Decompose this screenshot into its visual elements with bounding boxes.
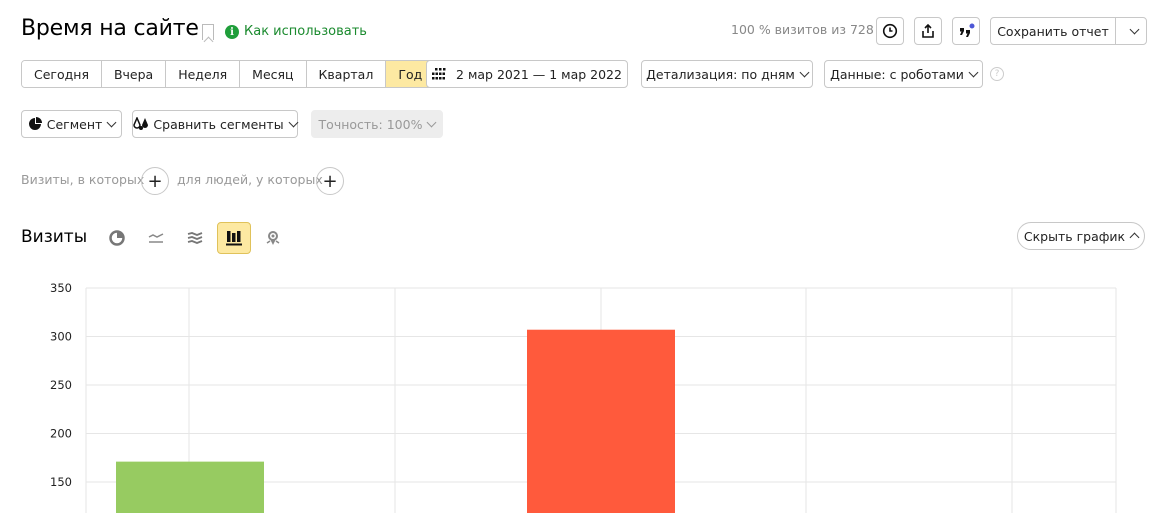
calendar-icon bbox=[432, 68, 446, 80]
export-button[interactable] bbox=[914, 17, 942, 45]
chevron-down-icon bbox=[799, 67, 810, 77]
visits-share-text: 100 % визитов из 728 bbox=[731, 22, 874, 37]
compare-label: Сравнить сегменты bbox=[153, 116, 284, 132]
bar-chart-icon bbox=[226, 231, 242, 246]
data-dropdown[interactable]: Данные: с роботами bbox=[824, 60, 983, 88]
period-today[interactable]: Сегодня bbox=[22, 61, 102, 87]
share-icon bbox=[922, 23, 934, 38]
period-quarter[interactable]: Квартал bbox=[306, 61, 387, 87]
chevron-down-icon bbox=[106, 117, 117, 127]
chart-bar[interactable] bbox=[527, 329, 675, 513]
save-report-dropdown[interactable] bbox=[1115, 17, 1147, 45]
segment-label: Сегмент bbox=[46, 116, 103, 132]
add-visit-condition-button[interactable]: + bbox=[141, 167, 169, 195]
chevron-down-icon bbox=[1129, 24, 1139, 34]
quote-icon bbox=[960, 22, 975, 37]
map-view-button[interactable] bbox=[256, 222, 290, 254]
y-tick-label: 300 bbox=[50, 330, 72, 344]
history-button[interactable] bbox=[876, 17, 904, 45]
bookmark-icon[interactable] bbox=[202, 24, 214, 40]
date-range-label: 2 мар 2021 — 1 мар 2022 bbox=[456, 66, 622, 82]
pie-icon bbox=[28, 117, 42, 130]
feedback-button[interactable] bbox=[952, 17, 980, 45]
chevron-down-icon bbox=[288, 117, 299, 127]
pie-chart-view-button[interactable] bbox=[100, 222, 134, 254]
map-icon bbox=[266, 231, 280, 245]
bar-chart-view-button[interactable] bbox=[217, 222, 251, 254]
visits-bar-chart: 350 300 250 200 150 bbox=[50, 281, 1117, 513]
period-yesterday[interactable]: Вчера bbox=[101, 61, 167, 87]
hide-chart-label: Скрыть график bbox=[1023, 228, 1126, 244]
period-week[interactable]: Неделя bbox=[166, 61, 241, 87]
people-condition-label: для людей, у которых bbox=[177, 172, 323, 187]
visits-condition-label: Визиты, в которых bbox=[21, 172, 145, 187]
page-title: Время на сайте bbox=[21, 16, 199, 41]
period-month[interactable]: Месяц bbox=[240, 61, 307, 87]
add-people-condition-button[interactable]: + bbox=[316, 167, 344, 195]
chevron-down-icon bbox=[968, 67, 979, 77]
y-tick-label: 250 bbox=[50, 378, 72, 392]
chart-bar[interactable] bbox=[116, 461, 264, 513]
chevron-up-icon bbox=[1129, 232, 1140, 243]
detail-label: Детализация: по дням bbox=[646, 66, 795, 82]
plus-icon: + bbox=[147, 170, 163, 192]
data-label: Данные: с роботами bbox=[830, 66, 964, 82]
line-chart-icon bbox=[148, 233, 164, 243]
accuracy-label: Точность: 100% bbox=[318, 116, 423, 132]
compare-icon bbox=[133, 117, 149, 130]
chart-section-title: Визиты bbox=[21, 227, 88, 247]
info-icon: i bbox=[225, 25, 239, 39]
area-chart-view-button[interactable] bbox=[178, 222, 212, 254]
save-report-button[interactable]: Сохранить отчет bbox=[990, 17, 1116, 45]
detail-dropdown[interactable]: Детализация: по дням bbox=[641, 60, 813, 88]
clock-icon bbox=[882, 23, 898, 39]
period-selector: Сегодня Вчера Неделя Месяц Квартал Год bbox=[21, 60, 436, 88]
pie-chart-icon bbox=[109, 230, 125, 246]
plus-icon: + bbox=[322, 170, 338, 192]
y-tick-label: 350 bbox=[50, 281, 72, 295]
y-tick-label: 200 bbox=[50, 427, 72, 441]
segment-dropdown[interactable]: Сегмент bbox=[21, 110, 122, 138]
help-icon[interactable]: ? bbox=[990, 67, 1004, 81]
accuracy-dropdown[interactable]: Точность: 100% bbox=[311, 110, 443, 138]
line-chart-view-button[interactable] bbox=[139, 222, 173, 254]
y-axis: 350 300 250 200 150 bbox=[50, 281, 72, 489]
chevron-down-icon bbox=[427, 117, 437, 127]
area-chart-icon bbox=[187, 232, 203, 244]
compare-segments-dropdown[interactable]: Сравнить сегменты bbox=[132, 110, 299, 138]
hide-chart-button[interactable]: Скрыть график bbox=[1017, 222, 1145, 250]
y-tick-label: 150 bbox=[50, 475, 72, 489]
date-range-button[interactable]: 2 мар 2021 — 1 мар 2022 bbox=[426, 60, 628, 88]
how-to-use-link[interactable]: Как использовать bbox=[244, 24, 367, 39]
